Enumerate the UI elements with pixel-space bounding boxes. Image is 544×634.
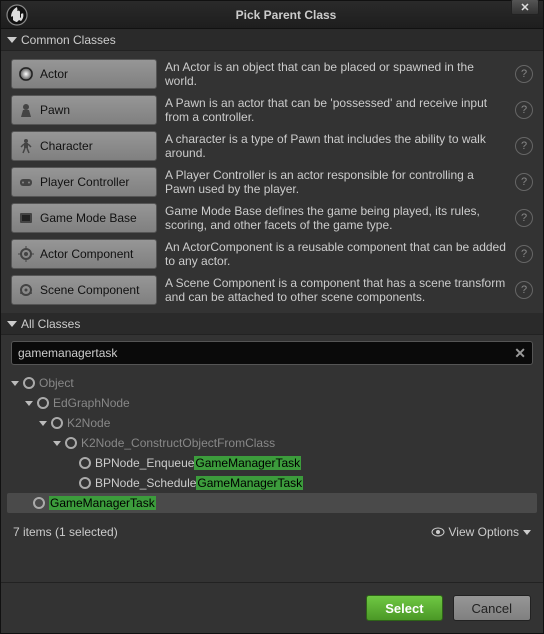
actor-desc: An Actor is an object that can be placed…	[157, 60, 515, 88]
help-icon[interactable]: ?	[515, 101, 533, 119]
pawn-button[interactable]: Pawn	[11, 95, 157, 125]
help-icon[interactable]: ?	[515, 173, 533, 191]
collapse-icon	[7, 321, 17, 327]
pick-parent-class-dialog: Pick Parent Class ✕ Common Classes Actor…	[0, 0, 544, 634]
help-icon[interactable]: ?	[515, 209, 533, 227]
dropdown-icon	[523, 530, 531, 535]
class-tree: Object EdGraphNode K2Node K2Node_Constru…	[1, 371, 543, 521]
scene-component-button[interactable]: Scene Component	[11, 275, 157, 305]
status-bar: 7 items (1 selected) View Options	[1, 521, 543, 543]
player-controller-desc: A Player Controller is an actor responsi…	[157, 168, 515, 196]
game-mode-desc: Game Mode Base defines the game being pl…	[157, 204, 515, 232]
select-button[interactable]: Select	[366, 595, 442, 621]
all-classes-header[interactable]: All Classes	[1, 313, 543, 335]
eye-icon	[431, 527, 445, 537]
player-controller-button[interactable]: Player Controller	[11, 167, 157, 197]
tree-node-k2node[interactable]: K2Node	[11, 413, 533, 433]
search-input[interactable]	[18, 346, 514, 360]
actor-button[interactable]: Actor	[11, 59, 157, 89]
common-classes-panel: Actor An Actor is an object that can be …	[1, 51, 543, 313]
common-classes-header[interactable]: Common Classes	[1, 29, 543, 51]
dialog-footer: Select Cancel	[1, 582, 543, 633]
help-icon[interactable]: ?	[515, 281, 533, 299]
character-button[interactable]: Character	[11, 131, 157, 161]
expand-icon[interactable]	[53, 441, 61, 446]
expand-icon[interactable]	[39, 421, 47, 426]
help-icon[interactable]: ?	[515, 65, 533, 83]
character-desc: A character is a type of Pawn that inclu…	[157, 132, 515, 160]
unreal-logo-icon	[5, 3, 29, 27]
cancel-button[interactable]: Cancel	[453, 595, 531, 621]
tree-node-object[interactable]: Object	[11, 373, 533, 393]
view-options-button[interactable]: View Options	[431, 525, 531, 539]
character-icon	[18, 138, 34, 154]
expand-icon[interactable]	[25, 401, 33, 406]
help-icon[interactable]: ?	[515, 245, 533, 263]
clear-search-icon[interactable]: ✕	[514, 345, 526, 362]
tree-node-construct[interactable]: K2Node_ConstructObjectFromClass	[11, 433, 533, 453]
expand-icon[interactable]	[11, 381, 19, 386]
scene-component-desc: A Scene Component is a component that ha…	[157, 276, 515, 304]
tree-node-schedule[interactable]: BPNode_ScheduleGameManagerTask	[11, 473, 533, 493]
tree-node-gamemanagertask-selected[interactable]: GameManagerTask	[7, 493, 537, 513]
tree-node-edgraphnode[interactable]: EdGraphNode	[11, 393, 533, 413]
tree-node-enqueue[interactable]: BPNode_EnqueueGameManagerTask	[11, 453, 533, 473]
pawn-desc: A Pawn is an actor that can be 'possesse…	[157, 96, 515, 124]
close-button[interactable]: ✕	[511, 0, 539, 15]
actor-icon	[18, 66, 34, 82]
scene-component-icon	[18, 282, 34, 298]
help-icon[interactable]: ?	[515, 137, 533, 155]
search-box: ✕	[11, 341, 533, 365]
item-count: 7 items (1 selected)	[13, 525, 118, 539]
actor-component-icon	[18, 246, 34, 262]
pawn-icon	[18, 102, 34, 118]
controller-icon	[18, 174, 34, 190]
actor-component-button[interactable]: Actor Component	[11, 239, 157, 269]
collapse-icon	[7, 37, 17, 43]
titlebar: Pick Parent Class ✕	[1, 1, 543, 29]
game-mode-button[interactable]: Game Mode Base	[11, 203, 157, 233]
actor-component-desc: An ActorComponent is a reusable componen…	[157, 240, 515, 268]
window-title: Pick Parent Class	[29, 8, 543, 22]
gamemode-icon	[18, 210, 34, 226]
